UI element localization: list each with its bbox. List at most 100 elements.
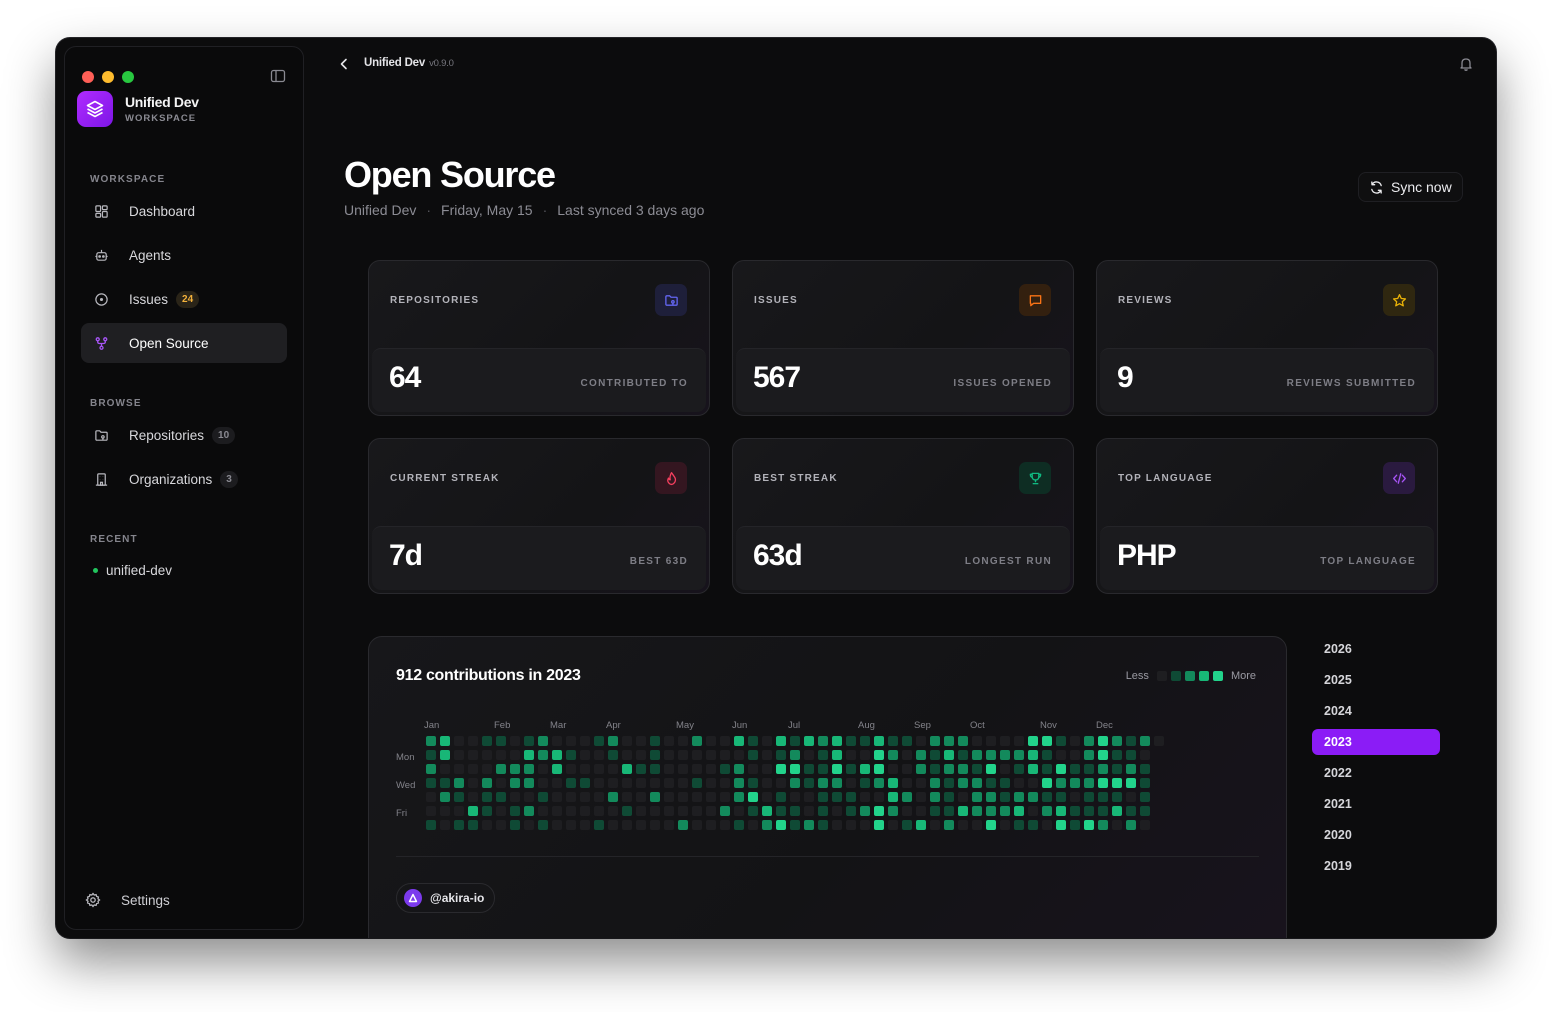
heatmap-cell[interactable]: [1154, 736, 1164, 746]
heatmap-cell[interactable]: [734, 736, 744, 746]
heatmap-cell[interactable]: [538, 792, 548, 802]
heatmap-cell[interactable]: [888, 736, 898, 746]
heatmap-cell[interactable]: [804, 820, 814, 830]
heatmap-cell[interactable]: [790, 806, 800, 816]
heatmap-cell[interactable]: [1028, 778, 1038, 788]
heatmap-cell[interactable]: [552, 764, 562, 774]
heatmap-cell[interactable]: [1140, 806, 1150, 816]
heatmap-cell[interactable]: [692, 750, 702, 760]
heatmap-cell[interactable]: [1112, 820, 1122, 830]
heatmap-cell[interactable]: [1112, 792, 1122, 802]
heatmap-cell[interactable]: [804, 778, 814, 788]
heatmap-cell[interactable]: [874, 750, 884, 760]
heatmap-cell[interactable]: [1000, 778, 1010, 788]
heatmap-cell[interactable]: [846, 764, 856, 774]
heatmap-cell[interactable]: [846, 792, 856, 802]
heatmap-cell[interactable]: [804, 792, 814, 802]
heatmap-cell[interactable]: [636, 764, 646, 774]
heatmap-cell[interactable]: [902, 792, 912, 802]
heatmap-cell[interactable]: [734, 764, 744, 774]
heatmap-cell[interactable]: [818, 820, 828, 830]
heatmap-cell[interactable]: [986, 750, 996, 760]
heatmap-cell[interactable]: [762, 778, 772, 788]
heatmap-cell[interactable]: [888, 806, 898, 816]
heatmap-cell[interactable]: [1112, 806, 1122, 816]
heatmap-cell[interactable]: [986, 736, 996, 746]
heatmap-cell[interactable]: [706, 764, 716, 774]
heatmap-cell[interactable]: [776, 792, 786, 802]
heatmap-cell[interactable]: [594, 792, 604, 802]
heatmap-cell[interactable]: [566, 806, 576, 816]
heatmap-cell[interactable]: [552, 792, 562, 802]
heatmap-cell[interactable]: [720, 806, 730, 816]
heatmap-cell[interactable]: [1014, 778, 1024, 788]
heatmap-cell[interactable]: [496, 792, 506, 802]
heatmap-cell[interactable]: [776, 750, 786, 760]
heatmap-cell[interactable]: [944, 778, 954, 788]
heatmap-cell[interactable]: [678, 750, 688, 760]
heatmap-cell[interactable]: [566, 792, 576, 802]
heatmap-cell[interactable]: [538, 778, 548, 788]
heatmap-cell[interactable]: [440, 764, 450, 774]
user-chip[interactable]: @akira-io: [396, 883, 496, 913]
heatmap-cell[interactable]: [972, 764, 982, 774]
heatmap-cell[interactable]: [1126, 736, 1136, 746]
heatmap-cell[interactable]: [790, 736, 800, 746]
heatmap-cell[interactable]: [566, 736, 576, 746]
heatmap-cell[interactable]: [524, 778, 534, 788]
heatmap-cell[interactable]: [454, 820, 464, 830]
heatmap-cell[interactable]: [1042, 778, 1052, 788]
heatmap-cell[interactable]: [1056, 820, 1066, 830]
heatmap-cell[interactable]: [748, 750, 758, 760]
bell-icon[interactable]: [1458, 56, 1474, 72]
heatmap-cell[interactable]: [1000, 820, 1010, 830]
heatmap-cell[interactable]: [1126, 764, 1136, 774]
heatmap-cell[interactable]: [762, 792, 772, 802]
heatmap-cell[interactable]: [538, 806, 548, 816]
year-item-2026[interactable]: 2026: [1312, 636, 1440, 662]
minimize-window-button[interactable]: [102, 71, 114, 83]
heatmap-cell[interactable]: [566, 778, 576, 788]
heatmap-cell[interactable]: [1042, 820, 1052, 830]
heatmap-cell[interactable]: [594, 750, 604, 760]
heatmap-cell[interactable]: [510, 778, 520, 788]
heatmap-cell[interactable]: [678, 820, 688, 830]
heatmap-cell[interactable]: [608, 764, 618, 774]
heatmap-cell[interactable]: [496, 806, 506, 816]
heatmap-cell[interactable]: [482, 820, 492, 830]
heatmap-cell[interactable]: [734, 820, 744, 830]
heatmap-cell[interactable]: [1056, 764, 1066, 774]
heatmap-cell[interactable]: [1084, 820, 1094, 830]
sidebar-item-issues[interactable]: Issues 24: [81, 279, 287, 319]
heatmap-cell[interactable]: [888, 750, 898, 760]
heatmap-cell[interactable]: [608, 750, 618, 760]
heatmap-cell[interactable]: [916, 764, 926, 774]
heatmap-cell[interactable]: [1140, 736, 1150, 746]
heatmap-cell[interactable]: [426, 778, 436, 788]
heatmap-cell[interactable]: [1042, 764, 1052, 774]
heatmap-cell[interactable]: [762, 806, 772, 816]
heatmap-cell[interactable]: [454, 778, 464, 788]
heatmap-cell[interactable]: [874, 820, 884, 830]
heatmap-cell[interactable]: [902, 736, 912, 746]
heatmap-cell[interactable]: [832, 806, 842, 816]
heatmap-cell[interactable]: [720, 792, 730, 802]
heatmap-cell[interactable]: [664, 750, 674, 760]
heatmap-cell[interactable]: [958, 806, 968, 816]
heatmap-cell[interactable]: [1098, 778, 1108, 788]
heatmap-cell[interactable]: [650, 792, 660, 802]
heatmap-cell[interactable]: [496, 736, 506, 746]
heatmap-cell[interactable]: [1056, 806, 1066, 816]
heatmap-cell[interactable]: [580, 764, 590, 774]
heatmap-cell[interactable]: [944, 820, 954, 830]
heatmap-cell[interactable]: [720, 764, 730, 774]
heatmap-cell[interactable]: [1112, 778, 1122, 788]
heatmap-cell[interactable]: [622, 764, 632, 774]
heatmap-cell[interactable]: [524, 820, 534, 830]
heatmap-cell[interactable]: [986, 792, 996, 802]
heatmap-cell[interactable]: [944, 736, 954, 746]
heatmap-cell[interactable]: [482, 750, 492, 760]
heatmap-cell[interactable]: [510, 736, 520, 746]
heatmap-cell[interactable]: [818, 764, 828, 774]
heatmap-cell[interactable]: [1028, 750, 1038, 760]
